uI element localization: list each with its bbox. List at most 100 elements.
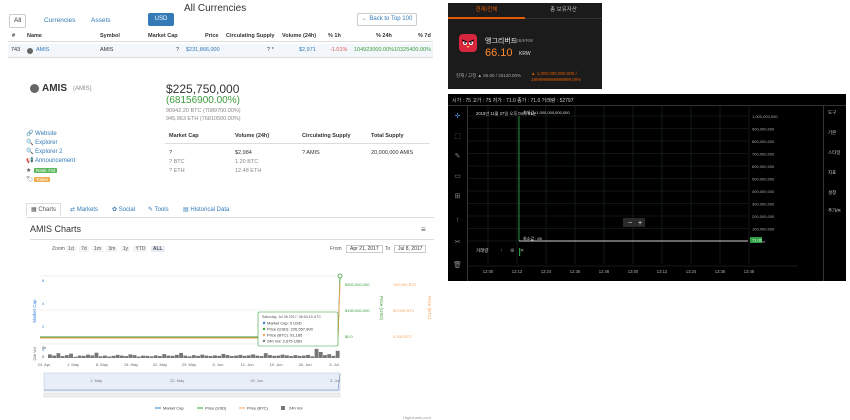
- measure-icon[interactable]: ⊞: [453, 192, 462, 201]
- col-24h[interactable]: % 24h: [376, 33, 392, 39]
- col-market-cap[interactable]: Market Cap: [148, 33, 178, 39]
- col-name[interactable]: Name: [27, 33, 42, 39]
- tab-social[interactable]: ✿ Social: [112, 206, 135, 213]
- menu-add[interactable]: 추가/R: [828, 208, 841, 214]
- gear-icon[interactable]: ⚙: [510, 248, 515, 254]
- y-tick: 300,000,000: [752, 202, 775, 207]
- website-link[interactable]: 🔗 Website: [26, 130, 57, 137]
- tab-tools[interactable]: ✎ Tools: [148, 206, 169, 213]
- zoom-1y[interactable]: 1y: [120, 246, 131, 252]
- tab-historical[interactable]: ▤ Historical Data: [183, 206, 229, 213]
- stats-row: ? $2,984 ? AMIS 20,000,000 AMIS: [165, 150, 430, 159]
- volume-bar: [77, 355, 82, 358]
- scrollbar[interactable]: [43, 392, 341, 398]
- chart-credits[interactable]: Highcharts.com: [403, 415, 431, 420]
- col-symbol[interactable]: Symbol: [100, 33, 120, 39]
- zoom-controls[interactable]: − +: [623, 218, 645, 227]
- back-to-top-button[interactable]: ← Back to Top 100: [357, 13, 417, 26]
- row-volume[interactable]: $2,971: [299, 47, 316, 53]
- menu-settings[interactable]: 설정: [828, 190, 836, 196]
- zoom-ytd[interactable]: YTD: [133, 246, 148, 252]
- zoom-controls: Zoom 1d 7d 1m 3m 1y YTD ALL: [52, 246, 167, 252]
- y-btc-tick: 50,000 BTC: [393, 308, 414, 313]
- tooltip-marker: [262, 321, 266, 325]
- volume-bar: [246, 355, 251, 358]
- col-supply[interactable]: Circulating Supply: [226, 33, 275, 39]
- col-volume[interactable]: Volume (24h): [282, 33, 316, 39]
- announcement-link[interactable]: 📢 Announcement: [26, 157, 75, 164]
- tab-all[interactable]: All: [9, 14, 27, 28]
- zoom-3m[interactable]: 3m: [106, 246, 118, 252]
- tab-currencies[interactable]: Currencies: [40, 15, 79, 29]
- legend-item[interactable]: Price (BTC): [239, 406, 269, 411]
- crosshair-icon[interactable]: ✛: [453, 112, 462, 121]
- row-price[interactable]: $231,866,000: [186, 47, 220, 53]
- legend-item[interactable]: Market Cap: [155, 406, 184, 411]
- menu-tools[interactable]: 도구: [828, 110, 836, 116]
- arrow-up-icon[interactable]: ↑: [453, 216, 462, 225]
- menu-style[interactable]: 스타일: [828, 150, 840, 156]
- zoom-1m[interactable]: 1m: [92, 246, 104, 252]
- volume-bar: [128, 354, 133, 358]
- to-date-input[interactable]: Jul 8, 2017: [394, 245, 427, 253]
- row-rank: 743: [11, 47, 21, 53]
- price-chart[interactable]: Market Cap 6 4 2 0 $300,000,000 $150,000,000 $0…: [30, 256, 438, 414]
- table-row[interactable]: 743 AMIS AMIS ? $231,866,000 ? * $2,971 …: [8, 44, 433, 58]
- volume-bar: [301, 355, 306, 358]
- menu-basic[interactable]: 기본: [828, 130, 836, 136]
- volume-bar: [86, 354, 90, 358]
- zoom-1d[interactable]: 1d: [66, 246, 76, 252]
- volume-bar: [263, 353, 268, 358]
- comment-icon[interactable]: ▭: [453, 172, 462, 181]
- price-btc: 90942.20 BTC (7089700.00%): [166, 108, 241, 114]
- currency-select[interactable]: USD: [148, 13, 174, 26]
- zoom-in-icon: +: [638, 220, 642, 227]
- row-name[interactable]: AMIS: [36, 47, 49, 53]
- tab-charts[interactable]: ▦ Charts: [26, 203, 62, 216]
- col-1h[interactable]: % 1h: [328, 33, 341, 39]
- stats-row: ? BTC 1.20 BTC: [165, 159, 430, 168]
- tooltip-marker: [262, 333, 266, 337]
- scissors-icon[interactable]: ✂: [453, 238, 462, 247]
- tooltip-line: Market Cap: 0 USD: [267, 321, 302, 326]
- tab-markets[interactable]: ⇄ Markets: [70, 206, 98, 213]
- close-icon[interactable]: ✕: [520, 248, 524, 254]
- navigator[interactable]: [43, 372, 341, 392]
- nav-tick: 3. Jul: [330, 378, 340, 383]
- col-price[interactable]: Price: [205, 33, 218, 39]
- tab-assets[interactable]: Assets: [87, 15, 115, 29]
- tab-current[interactable]: 현재/전체: [448, 3, 525, 19]
- volume-bar: [52, 355, 57, 358]
- y-usd-tick: $300,000,000: [345, 282, 370, 287]
- row-change-7d: 10325400.00%: [394, 47, 432, 53]
- explorer2-link[interactable]: 🔍 Explorer 2: [26, 148, 63, 155]
- rectangle-icon[interactable]: ⬚: [453, 132, 462, 141]
- y-tick: 900,000,000: [752, 127, 775, 132]
- from-date-input[interactable]: Apr 21, 2017: [346, 245, 383, 253]
- hamburger-menu-icon[interactable]: ≡: [421, 225, 426, 234]
- x-tick: 22. May: [153, 362, 167, 367]
- divider: [30, 239, 434, 240]
- trading-chart[interactable]: 1,000,000,000 900,000,000 800,000,000 700,0…: [468, 106, 823, 281]
- volume-bar: [119, 355, 124, 358]
- legend-item[interactable]: Price (USD): [197, 406, 227, 411]
- trash-icon[interactable]: 🗑: [453, 261, 462, 270]
- tooltip-line: Price (BTC): 91,185: [267, 333, 303, 338]
- zoom-all[interactable]: ALL: [150, 246, 165, 252]
- pen-icon[interactable]: ✎: [453, 152, 462, 161]
- x-tick: 26. Jun: [298, 362, 311, 367]
- volume-bar: [64, 355, 69, 358]
- tab-holdings[interactable]: 총 보유자산: [525, 3, 602, 19]
- volume-bar: [331, 355, 336, 358]
- arrow-up-icon[interactable]: ↑: [500, 248, 503, 254]
- zoom-7d[interactable]: 7d: [79, 246, 89, 252]
- website-label: Website: [35, 131, 57, 137]
- legend-item[interactable]: 24h Vol: [281, 406, 302, 411]
- stats-mc-usd: ?: [169, 150, 173, 156]
- x-tick: 1. May: [67, 362, 79, 367]
- menu-indicators[interactable]: 지표: [828, 170, 836, 176]
- volume-bar: [327, 354, 332, 358]
- explorer-link[interactable]: 🔍 Explorer: [26, 139, 58, 146]
- y-usd-label: Price (USD): [379, 296, 384, 321]
- col-7d[interactable]: % 7d: [418, 33, 431, 39]
